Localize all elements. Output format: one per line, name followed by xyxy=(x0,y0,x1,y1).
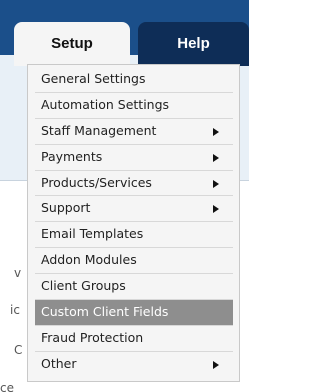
menu-item-other[interactable]: Other xyxy=(35,352,233,378)
menu-item-label: Client Groups xyxy=(41,278,126,294)
background-text-fragment: ce xyxy=(0,381,14,392)
menu-item-payments[interactable]: Payments xyxy=(35,145,233,171)
menu-item-label: Addon Modules xyxy=(41,252,137,268)
tab-setup[interactable]: Setup xyxy=(14,22,130,66)
menu-item-staff-management[interactable]: Staff Management xyxy=(35,119,233,145)
background-text-fragment: C xyxy=(14,343,23,357)
menu-item-label: Payments xyxy=(41,148,103,164)
menu-item-label: Fraud Protection xyxy=(41,329,144,345)
submenu-arrow-icon xyxy=(213,360,219,369)
menu-item-addon-modules[interactable]: Addon Modules xyxy=(35,248,233,275)
setup-dropdown-menu: General Settings Automation Settings Staff… xyxy=(27,64,240,382)
menu-item-general-settings[interactable]: General Settings xyxy=(35,67,233,93)
submenu-arrow-icon xyxy=(213,127,219,136)
menu-item-email-templates[interactable]: Email Templates xyxy=(35,222,233,249)
menu-item-label: Support xyxy=(41,200,91,216)
menu-item-label: Other xyxy=(41,355,77,371)
menu-item-fraud-protection[interactable]: Fraud Protection xyxy=(35,326,233,352)
menu-item-label: Email Templates xyxy=(41,226,144,242)
menu-item-label: Staff Management xyxy=(41,122,157,138)
submenu-arrow-icon xyxy=(213,205,219,214)
background-text-fragment: v xyxy=(14,266,22,280)
menu-list: General Settings Automation Settings Staff… xyxy=(35,67,233,378)
submenu-arrow-icon xyxy=(213,153,219,162)
menu-item-label: Automation Settings xyxy=(41,96,170,112)
menu-item-client-groups[interactable]: Client Groups xyxy=(35,274,233,301)
menu-item-products-services[interactable]: Products/Services xyxy=(35,171,233,197)
menu-item-label: General Settings xyxy=(41,71,146,86)
background-text-fragment: ic xyxy=(10,303,20,317)
menu-item-automation-settings[interactable]: Automation Settings xyxy=(35,93,233,119)
menu-item-support[interactable]: Support xyxy=(35,196,233,223)
submenu-arrow-icon xyxy=(213,179,219,188)
menu-item-label: Products/Services xyxy=(41,174,152,190)
menu-item-label: Custom Client Fields xyxy=(41,304,169,320)
tab-help[interactable]: Help xyxy=(138,22,249,66)
menu-item-custom-client-fields[interactable]: Custom Client Fields xyxy=(35,300,233,326)
